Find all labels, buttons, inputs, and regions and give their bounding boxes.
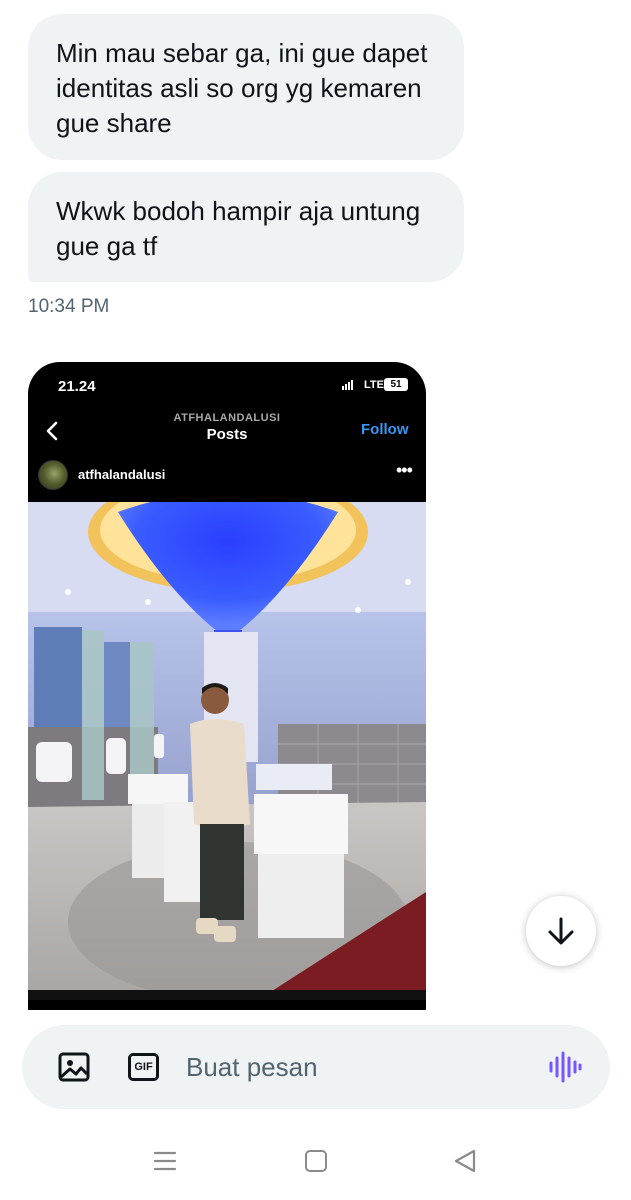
follow-button: Follow bbox=[361, 421, 409, 438]
message-timestamp: 10:34 PM bbox=[28, 296, 110, 317]
avatar bbox=[38, 460, 68, 490]
network-label: LTE bbox=[364, 379, 384, 391]
signal-icon bbox=[342, 380, 353, 390]
menu-icon[interactable] bbox=[153, 1150, 177, 1172]
more-icon: ••• bbox=[396, 460, 413, 480]
message-input[interactable] bbox=[186, 1049, 516, 1085]
shared-image-message[interactable]: 21.24 LTE 51 ATFHALANDALUSI Posts Follow… bbox=[28, 362, 426, 1010]
post-photo bbox=[28, 502, 426, 1000]
embedded-post-userbar: atfhalandalusi ••• bbox=[28, 458, 426, 498]
message-text-2: Wkwk bodoh hampir aja untung gue ga tf bbox=[56, 196, 421, 261]
gif-icon[interactable]: GIF bbox=[128, 1053, 159, 1081]
scroll-to-bottom-button[interactable] bbox=[526, 896, 596, 966]
embedded-header: ATFHALANDALUSI Posts Follow bbox=[28, 408, 426, 454]
embedded-username: atfhalandalusi bbox=[78, 467, 166, 482]
message-text-1: Min mau sebar ga, ini gue dapet identita… bbox=[56, 38, 428, 138]
back-icon[interactable] bbox=[452, 1148, 478, 1174]
message-bubble-2[interactable]: Wkwk bodoh hampir aja untung gue ga tf bbox=[28, 172, 464, 282]
voice-icon[interactable] bbox=[548, 1051, 582, 1083]
image-icon[interactable] bbox=[58, 1051, 90, 1083]
embedded-status-bar: 21.24 LTE 51 bbox=[28, 362, 426, 408]
message-composer: GIF bbox=[22, 1025, 610, 1109]
embedded-status-time: 21.24 bbox=[58, 378, 96, 395]
battery-icon: 51 bbox=[384, 378, 408, 391]
message-bubble-1[interactable]: Min mau sebar ga, ini gue dapet identita… bbox=[28, 14, 464, 160]
arrow-down-icon bbox=[548, 917, 574, 945]
home-icon[interactable] bbox=[305, 1150, 327, 1172]
